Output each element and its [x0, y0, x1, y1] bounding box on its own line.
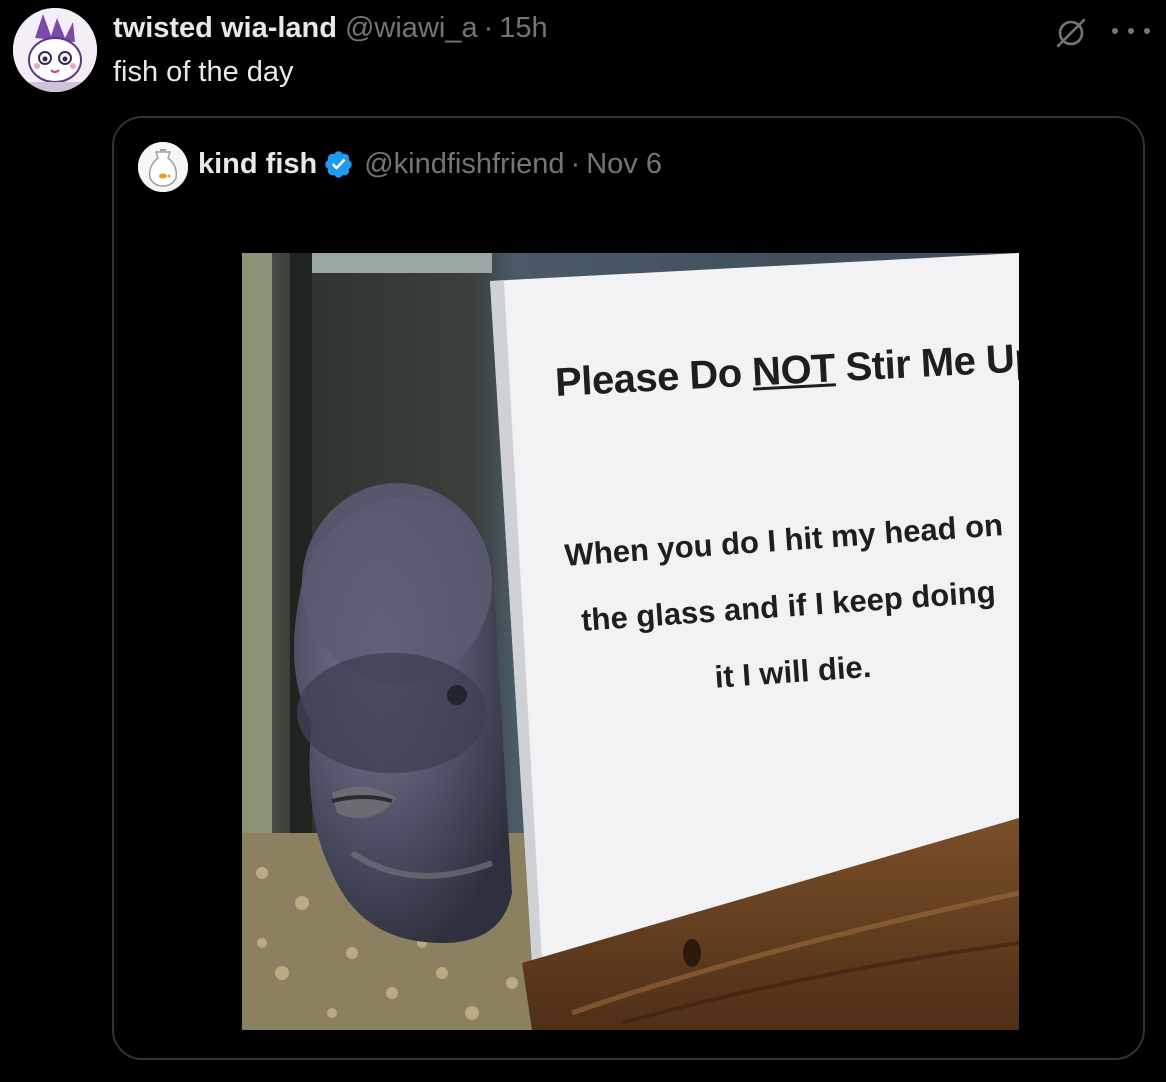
fish-bag-avatar-icon — [138, 142, 188, 192]
grok-icon[interactable] — [1054, 16, 1088, 50]
tweet-timestamp[interactable]: 15h — [499, 12, 547, 45]
author-handle[interactable]: @wiawi_a — [345, 12, 478, 45]
tweet-photo[interactable]: Please Do NOT Stir Me Up When you do I h… — [242, 253, 1019, 1030]
avatar-illustration — [13, 8, 97, 92]
quoted-tweet-timestamp[interactable]: Nov 6 — [586, 148, 662, 181]
quoted-tweet-header: kind fish @kindfishfriend · Nov 6 — [198, 148, 662, 181]
sign-title-emphasis: NOT — [751, 346, 837, 395]
separator-dot: · — [570, 148, 581, 180]
author-display-name[interactable]: twisted wia-land — [113, 12, 337, 45]
quoted-author-display-name[interactable]: kind fish — [198, 148, 317, 181]
separator-dot: · — [483, 12, 494, 44]
more-dot — [1144, 28, 1150, 34]
sign-body-text: When you do I hit my head on the glass a… — [563, 507, 1004, 695]
more-options-icon[interactable] — [1112, 16, 1150, 46]
sign-title-part: Please Do — [554, 350, 754, 405]
user-avatar[interactable] — [13, 8, 97, 92]
more-dot — [1128, 28, 1134, 34]
tweet-page: twisted wia-land @wiawi_a · 15h fish of … — [0, 0, 1166, 1082]
quoted-tweet-card[interactable]: kind fish @kindfishfriend · Nov 6 Please… — [112, 116, 1145, 1060]
quoted-user-avatar[interactable] — [138, 142, 188, 192]
quoted-author-handle[interactable]: @kindfishfriend — [364, 148, 564, 181]
tweet-header: twisted wia-land @wiawi_a · 15h — [113, 12, 548, 46]
tweet-text: fish of the day — [113, 56, 294, 88]
verified-badge-icon[interactable] — [323, 149, 354, 180]
more-dot — [1112, 28, 1118, 34]
sign-title-part: Stir Me Up — [833, 335, 1019, 391]
